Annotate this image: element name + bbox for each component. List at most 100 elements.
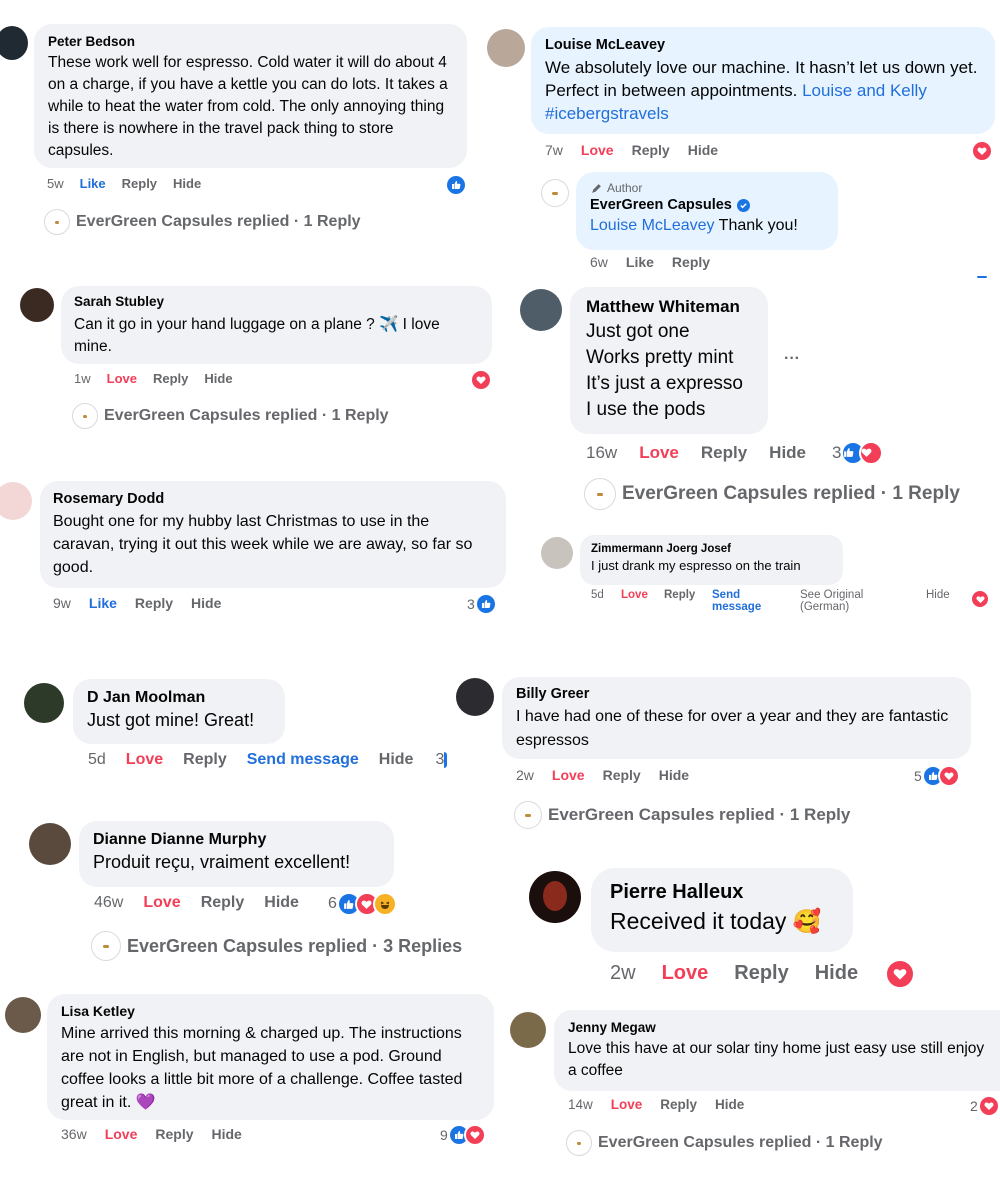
comment-author[interactable]: Zimmermann Joerg Josef	[591, 542, 832, 557]
love-button[interactable]: Love	[107, 371, 137, 386]
comment-time[interactable]: 5d	[591, 589, 604, 601]
reply-button[interactable]: Reply	[672, 254, 710, 270]
reactions-summary[interactable]: 2	[970, 1095, 1000, 1117]
replies-text[interactable]: EverGreen Capsules replied · 1 Reply	[548, 805, 850, 825]
reply-button[interactable]: Reply	[122, 176, 157, 191]
reply-button[interactable]: Reply	[201, 894, 245, 912]
love-button[interactable]: Love	[639, 443, 679, 463]
comment-author[interactable]: Rosemary Dodd	[53, 490, 493, 508]
reactions-summary[interactable]: 3	[467, 593, 497, 615]
avatar[interactable]	[529, 871, 581, 923]
avatar[interactable]	[487, 29, 525, 67]
comment-author[interactable]: Sarah Stubley	[74, 294, 479, 310]
replies-link[interactable]: EverGreen Capsules replied · 1 Reply	[44, 209, 361, 235]
love-button[interactable]: Love	[105, 1126, 138, 1142]
love-button[interactable]: Love	[552, 767, 585, 783]
replies-link[interactable]: EverGreen Capsules replied · 1 Reply	[72, 403, 389, 429]
comment-author[interactable]: Lisa Ketley	[61, 1003, 480, 1020]
like-button[interactable]: Like	[80, 176, 106, 191]
like-button[interactable]: Like	[89, 595, 117, 611]
avatar[interactable]	[456, 678, 494, 716]
love-button[interactable]: Love	[581, 142, 614, 158]
replies-text[interactable]: EverGreen Capsules replied · 3 Replies	[127, 936, 462, 957]
hide-button[interactable]: Hide	[715, 1097, 744, 1112]
reactions-summary[interactable]	[445, 174, 467, 196]
comment-time[interactable]: 16w	[586, 443, 617, 463]
replies-text[interactable]: EverGreen Capsules replied · 1 Reply	[76, 213, 361, 231]
reply-button[interactable]: Reply	[155, 1126, 193, 1142]
love-button[interactable]: Love	[126, 751, 163, 769]
evergreen-logo-icon[interactable]	[541, 179, 569, 207]
reactions-summary[interactable]	[971, 140, 993, 162]
replies-link[interactable]: EverGreen Capsules replied · 1 Reply	[584, 478, 960, 510]
comment-author[interactable]: D Jan Moolman	[87, 688, 271, 707]
reply-button[interactable]: Reply	[632, 142, 670, 158]
send-message-button[interactable]: Send message	[712, 589, 761, 613]
avatar[interactable]	[5, 997, 41, 1033]
comment-time[interactable]: 2w	[610, 962, 636, 985]
reply-button[interactable]: Reply	[701, 443, 747, 463]
hide-button[interactable]: Hide	[191, 595, 221, 611]
see-original-button[interactable]: See Original (German)	[800, 589, 863, 613]
comment-author[interactable]: Matthew Whiteman	[586, 297, 752, 317]
comment-author[interactable]: Billy Greer	[516, 685, 957, 703]
comment-time[interactable]: 5d	[88, 751, 106, 769]
replies-link[interactable]: EverGreen Capsules replied · 3 Replies	[91, 931, 462, 961]
comment-time[interactable]: 2w	[516, 767, 534, 783]
reply-button[interactable]: Reply	[660, 1097, 697, 1112]
replies-text[interactable]: EverGreen Capsules replied · 1 Reply	[104, 407, 389, 425]
replies-link[interactable]: EverGreen Capsules replied · 1 Reply	[514, 801, 850, 829]
comment-author[interactable]: Pierre Halleux	[610, 880, 834, 904]
comment-time[interactable]: 9w	[53, 595, 71, 611]
avatar[interactable]	[520, 289, 562, 331]
avatar[interactable]	[24, 683, 64, 723]
hide-button[interactable]: Hide	[204, 371, 232, 386]
comment-author[interactable]: Peter Bedson	[48, 34, 453, 50]
comment-time[interactable]: 7w	[545, 142, 563, 158]
replies-text[interactable]: EverGreen Capsules replied · 1 Reply	[622, 483, 960, 505]
reactions-summary[interactable]: 9	[440, 1124, 486, 1146]
avatar[interactable]	[0, 26, 28, 60]
reply-button[interactable]: Reply	[183, 751, 227, 769]
avatar[interactable]	[541, 537, 573, 569]
hide-button[interactable]: Hide	[688, 142, 718, 158]
love-button[interactable]: Love	[611, 1097, 643, 1112]
love-button[interactable]: Love	[662, 962, 709, 985]
reply-button[interactable]: Reply	[603, 767, 641, 783]
reply-button[interactable]: Reply	[153, 371, 188, 386]
hide-button[interactable]: Hide	[212, 1126, 242, 1142]
hide-button[interactable]: Hide	[769, 443, 806, 463]
comment-time[interactable]: 1w	[74, 371, 91, 386]
avatar[interactable]	[0, 482, 32, 520]
more-options-icon[interactable]: ···	[784, 350, 800, 368]
hide-button[interactable]: Hide	[659, 767, 689, 783]
reactions-summary[interactable]: 5	[914, 765, 960, 787]
comment-time[interactable]: 6w	[590, 254, 608, 270]
send-message-button[interactable]: Send message	[247, 751, 359, 769]
hide-button[interactable]: Hide	[926, 589, 950, 601]
love-button[interactable]: Love	[621, 589, 648, 601]
reactions-summary[interactable]	[470, 369, 492, 391]
mention-link[interactable]: Louise McLeavey	[590, 217, 715, 234]
comment-author[interactable]: Louise McLeavey	[545, 36, 981, 54]
reply-button[interactable]: Reply	[734, 962, 788, 985]
reply-button[interactable]: Reply	[664, 589, 695, 601]
reply-button[interactable]: Reply	[135, 595, 173, 611]
comment-author[interactable]: EverGreen Capsules	[590, 196, 732, 215]
comment-time[interactable]: 46w	[94, 894, 123, 912]
avatar[interactable]	[510, 1012, 546, 1048]
avatar[interactable]	[20, 288, 54, 322]
comment-time[interactable]: 14w	[568, 1097, 593, 1112]
hide-button[interactable]: Hide	[379, 751, 414, 769]
comment-author[interactable]: Jenny Megaw	[568, 1019, 986, 1036]
like-button[interactable]: Like	[626, 254, 654, 270]
reactions-summary[interactable]	[885, 959, 915, 989]
reactions-summary[interactable]	[970, 589, 990, 609]
comment-author[interactable]: Dianne Dianne Murphy	[93, 830, 380, 849]
comment-time[interactable]: 5w	[47, 176, 64, 191]
replies-link[interactable]: EverGreen Capsules replied · 1 Reply	[566, 1130, 883, 1156]
hide-button[interactable]: Hide	[173, 176, 201, 191]
avatar[interactable]	[29, 823, 71, 865]
love-button[interactable]: Love	[143, 894, 180, 912]
comment-time[interactable]: 36w	[61, 1126, 87, 1142]
